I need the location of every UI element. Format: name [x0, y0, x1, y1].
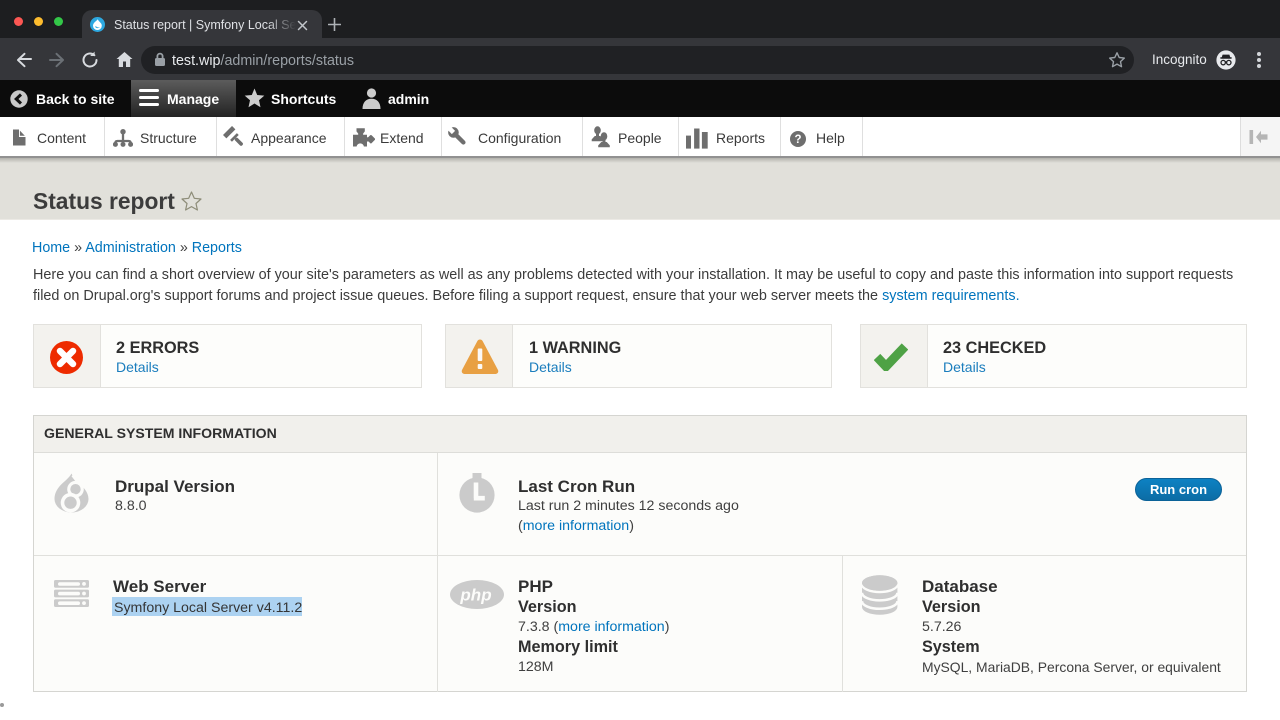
svg-text:php: php [459, 586, 491, 605]
svg-text:?: ? [794, 134, 801, 146]
